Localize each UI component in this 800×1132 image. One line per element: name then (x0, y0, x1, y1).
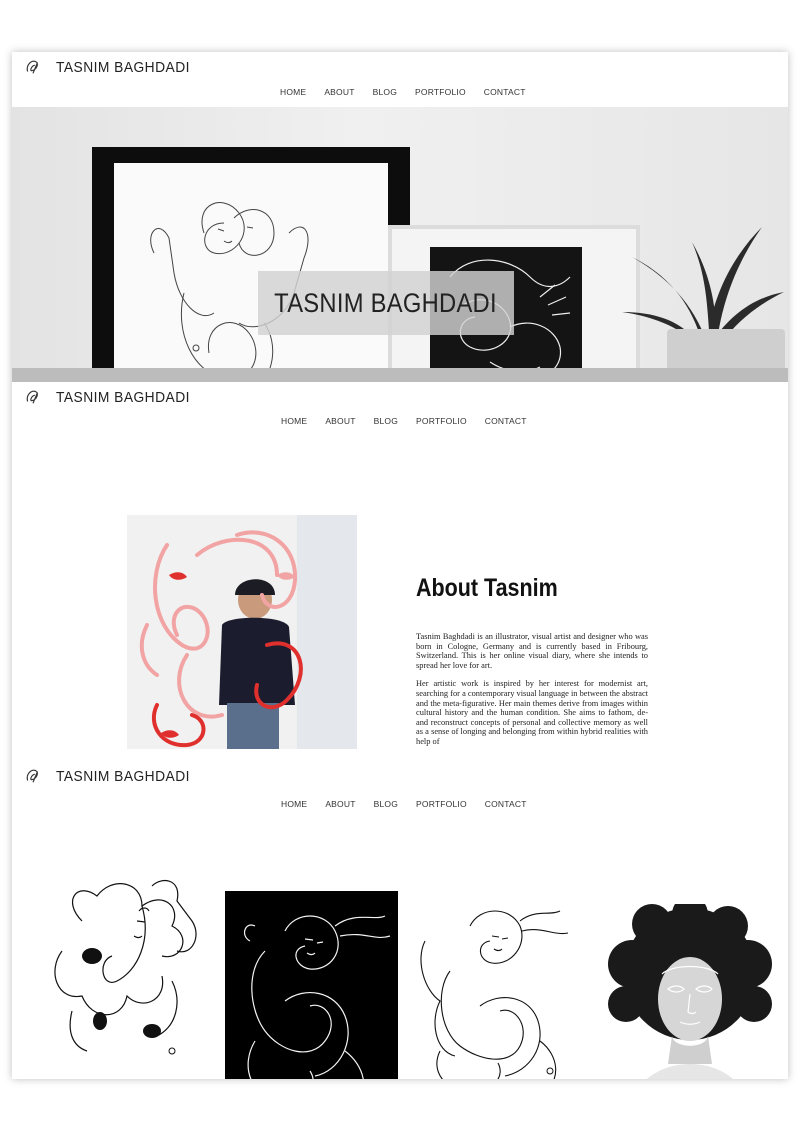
hero-section: TASNIM BAGHDADI HOME ABOUT BLOG PORTFOLI… (12, 52, 788, 382)
portrait-illustration (127, 515, 357, 749)
signature-logo-icon[interactable] (24, 388, 42, 406)
portfolio-item-3[interactable] (410, 891, 585, 1079)
screenshot-frame: TASNIM BAGHDADI HOME ABOUT BLOG PORTFOLI… (12, 52, 788, 1079)
nav-blog[interactable]: BLOG (374, 416, 398, 426)
brand-name[interactable]: TASNIM BAGHDADI (56, 389, 190, 406)
nav-about[interactable]: ABOUT (324, 87, 354, 97)
main-nav: HOME ABOUT BLOG PORTFOLIO CONTACT (280, 87, 544, 97)
nav-home[interactable]: HOME (281, 416, 307, 426)
nav-portfolio[interactable]: PORTFOLIO (415, 87, 466, 97)
hero-title-box: TASNIM BAGHDADI (258, 271, 514, 335)
nav-blog[interactable]: BLOG (374, 799, 398, 809)
main-nav: HOME ABOUT BLOG PORTFOLIO CONTACT (281, 416, 545, 426)
artist-portrait-photo (127, 515, 357, 749)
plant-decoration (622, 227, 784, 344)
about-paragraph-2: Her artistic work is inspired by her int… (416, 679, 648, 746)
nav-portfolio[interactable]: PORTFOLIO (416, 799, 467, 809)
brand-name[interactable]: TASNIM BAGHDADI (56, 59, 190, 76)
line-art-figure-2 (243, 915, 391, 1079)
about-paragraph-1: Tasnim Baghdadi is an illustrator, visua… (416, 632, 648, 670)
curly-hair-portrait (602, 904, 778, 1079)
portfolio-section: TASNIM BAGHDADI HOME ABOUT BLOG PORTFOLI… (12, 749, 788, 1079)
site-header: TASNIM BAGHDADI (24, 58, 202, 76)
shelf (12, 368, 788, 382)
portfolio-item-4[interactable] (602, 904, 778, 1079)
nav-contact[interactable]: CONTACT (484, 87, 526, 97)
signature-logo-icon[interactable] (24, 767, 42, 785)
about-section: TASNIM BAGHDADI HOME ABOUT BLOG PORTFOLI… (12, 382, 788, 749)
site-header: TASNIM BAGHDADI (24, 767, 202, 785)
nav-portfolio[interactable]: PORTFOLIO (416, 416, 467, 426)
brand-name[interactable]: TASNIM BAGHDADI (56, 768, 190, 785)
nav-home[interactable]: HOME (280, 87, 306, 97)
site-header: TASNIM BAGHDADI (24, 388, 202, 406)
hero-image: TASNIM BAGHDADI (12, 107, 788, 382)
nav-contact[interactable]: CONTACT (485, 799, 527, 809)
nav-about[interactable]: ABOUT (325, 416, 355, 426)
line-art-figure-3 (420, 910, 569, 1079)
about-heading: About Tasnim (416, 574, 558, 602)
about-body: Tasnim Baghdadi is an illustrator, visua… (416, 632, 648, 749)
nav-home[interactable]: HOME (281, 799, 307, 809)
hero-title: TASNIM BAGHDADI (274, 287, 498, 318)
nav-blog[interactable]: BLOG (373, 87, 397, 97)
signature-logo-icon[interactable] (24, 58, 42, 76)
framed-drawing-large (92, 147, 410, 382)
nav-contact[interactable]: CONTACT (485, 416, 527, 426)
portfolio-item-2[interactable] (225, 891, 398, 1079)
portfolio-item-1[interactable] (42, 861, 212, 1066)
main-nav: HOME ABOUT BLOG PORTFOLIO CONTACT (281, 799, 545, 809)
line-art-figure-1 (54, 879, 197, 1055)
nav-about[interactable]: ABOUT (325, 799, 355, 809)
